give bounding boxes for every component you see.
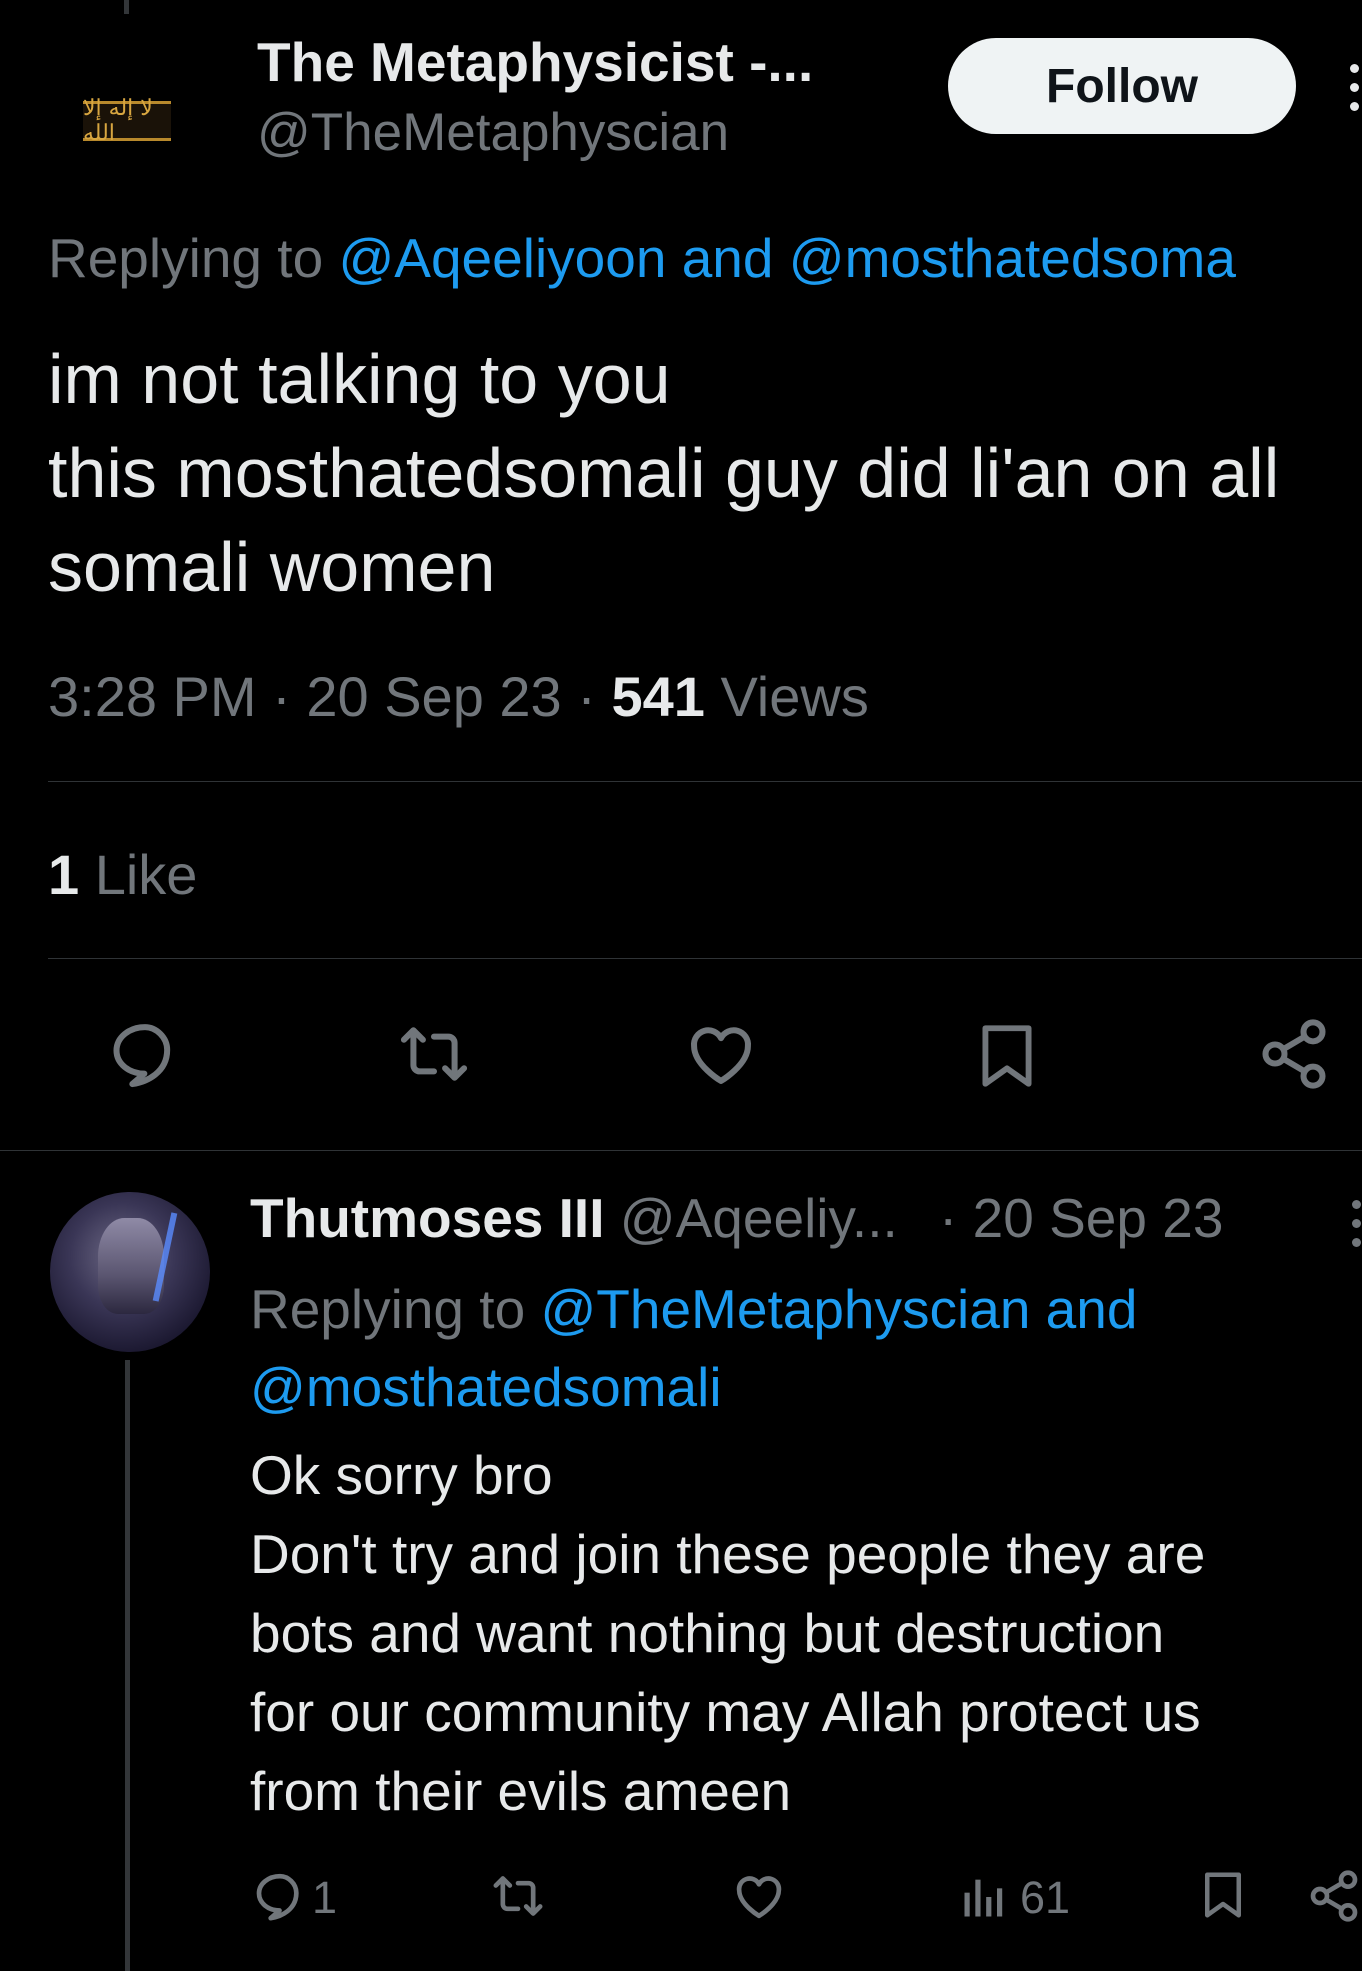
retweet-icon[interactable] [486,1868,550,1924]
author-handle[interactable]: @TheMetaphyscian [257,102,729,163]
meta-separator: · [272,665,307,728]
replying-prefix: Replying to [250,1278,526,1340]
replying-to-link[interactable]: @mosthatedsomali [250,1348,1137,1426]
more-options-icon[interactable] [1350,1200,1362,1250]
thread-connector-line [125,1360,130,1971]
retweet-icon[interactable] [388,1016,480,1092]
avatar-flag-text: لا إله إلا الله [83,96,153,146]
tweet-time[interactable]: 3:28 PM [48,665,257,728]
replying-prefix: Replying to [48,227,324,289]
replying-to-link[interactable]: @TheMetaphyscian and [540,1278,1137,1340]
tweet-text-line: Don't try and join these people they are [250,1523,1206,1585]
avatar-flag-image: لا إله إلا الله [83,96,171,146]
tweet-text-line: bots and want nothing but destruction [250,1602,1165,1664]
bookmark-icon[interactable] [1196,1866,1250,1924]
views-label: Views [720,665,869,728]
tweet-text-line: this mosthatedsomali guy did li'an on al… [48,434,1280,512]
tweet-thread-screen: لا إله إلا الله The Metaphysicist -... @… [0,0,1362,1971]
tweet-text: im not talking to you this mosthatedsoma… [48,332,1279,614]
reply-author-avatar[interactable] [50,1192,210,1352]
likes-count: 1 [48,843,80,906]
reply-icon[interactable] [252,1868,308,1924]
tweet-date[interactable]: 20 Sep 23 [306,665,561,728]
reply-tweet-text: Ok sorry bro Don't try and join these pe… [250,1436,1205,1831]
likes-label: Like [94,843,198,906]
tweet-meta: 3:28 PM · 20 Sep 23 · 541 Views [48,664,869,729]
reply-author-name[interactable]: Thutmoses III [250,1187,605,1249]
meta-separator: · [577,665,612,728]
reply-author-row: Thutmoses III @Aqeeliy... · 20 Sep 23 [250,1186,1223,1250]
divider [48,958,1362,959]
follow-button[interactable]: Follow [948,38,1296,134]
likes-stat[interactable]: 1 Like [48,842,197,907]
reply-author-handle[interactable]: @Aqeeliy... [620,1187,898,1249]
tweet-text-line: Ok sorry bro [250,1444,553,1506]
like-icon[interactable] [680,1016,762,1092]
author-avatar[interactable]: لا إله إلا الله [58,52,196,190]
reply-replying-to: Replying to @TheMetaphyscian and @mostha… [250,1270,1137,1426]
tweet-text-line: from their evils ameen [250,1760,792,1822]
more-options-icon[interactable] [1346,64,1362,114]
tweet-text-line: im not talking to you [48,340,671,418]
views-count: 541 [611,665,705,728]
views-count: 61 [1020,1872,1071,1923]
share-icon[interactable] [1306,1868,1362,1924]
thread-connector-line [124,0,129,14]
replying-to: Replying to @Aqeeliyoon and @mosthatedso… [48,226,1236,290]
divider [0,1150,1362,1151]
divider [48,781,1362,782]
bookmark-icon[interactable] [970,1016,1044,1096]
author-name[interactable]: The Metaphysicist -... [257,30,813,94]
reply-icon[interactable] [104,1016,186,1092]
views-icon[interactable] [958,1870,1010,1924]
share-icon[interactable] [1256,1016,1332,1092]
tweet-text-line: for our community may Allah protect us [250,1681,1201,1743]
replying-to-links[interactable]: @Aqeeliyoon and @mosthatedsoma [338,227,1235,289]
like-icon[interactable] [730,1868,788,1924]
tweet-text-line: somali women [48,528,496,606]
reply-count: 1 [312,1872,338,1923]
reply-date[interactable]: · 20 Sep 23 [939,1187,1223,1249]
